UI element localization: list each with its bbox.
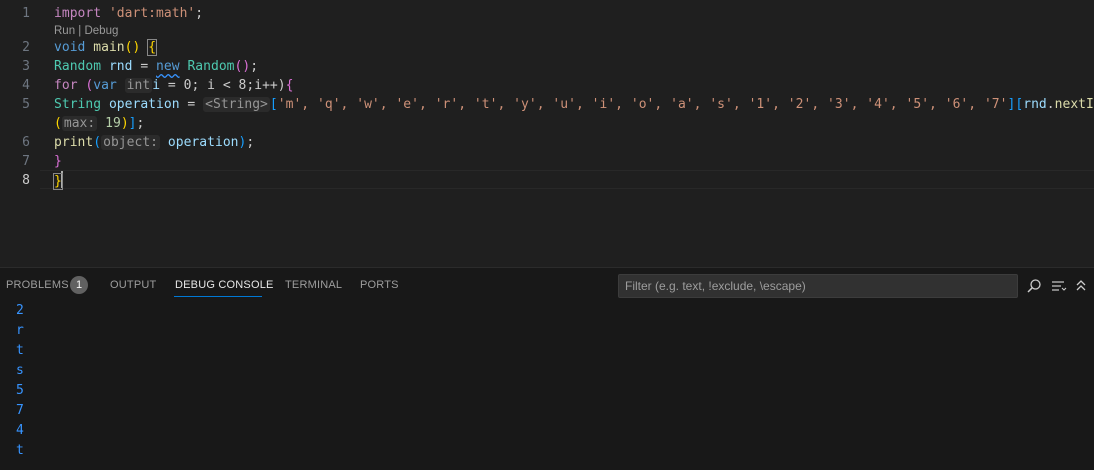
code-line-5[interactable]: String operation = <String> ['m', 'q', 'w… — [54, 95, 1094, 114]
new-keyword[interactable]: new — [156, 59, 180, 74]
collapse-icon[interactable] — [1071, 276, 1091, 296]
line-number: 7 — [22, 154, 30, 169]
loop-variable: i — [152, 78, 161, 93]
word-wrap-icon[interactable] — [1049, 276, 1069, 296]
open-bracket: [ — [269, 97, 278, 112]
list-items: 'm', 'q', 'w', 'e', 'r', 't', 'y', 'u', … — [277, 97, 1008, 112]
line-number: 2 — [22, 40, 30, 55]
tab-debug-console[interactable]: DEBUG CONSOLE — [175, 279, 274, 291]
number-literal: 19 — [105, 116, 121, 131]
code-line-3[interactable]: Random rnd = new Random(); — [54, 57, 258, 76]
code-line-4[interactable]: for (var int i = 0; i < 8;i++){ — [54, 76, 293, 95]
paren: ( — [77, 78, 94, 93]
argument: operation — [167, 135, 239, 150]
type-inlay-hint: int — [124, 78, 153, 93]
filter-input[interactable]: Filter (e.g. text, !exclude, \escape) — [618, 274, 1018, 298]
rnd-variable: rnd — [1023, 97, 1047, 112]
console-output-line: 2 — [16, 303, 24, 318]
line-number: 1 — [22, 6, 30, 21]
constructor-name: Random — [187, 59, 235, 74]
variable-name: operation — [108, 97, 180, 112]
type-inlay-hint: <String> — [203, 97, 270, 112]
loop-condition: = 0; i < 8;i++) — [160, 78, 286, 93]
run-debug-codelens[interactable]: Run | Debug — [54, 23, 118, 39]
param-inlay-hint: max: — [61, 116, 98, 131]
semicolon: ; — [250, 59, 259, 74]
line-number: 5 — [22, 97, 30, 112]
print-function: print — [54, 135, 94, 150]
equals: = — [179, 97, 204, 112]
paren: ) — [120, 116, 129, 131]
equals: = — [132, 59, 157, 74]
code-line-5-wrap[interactable]: (max: 19)]; — [54, 114, 144, 133]
tab-problems[interactable]: PROBLEMS — [6, 279, 69, 291]
type-name: Random — [54, 59, 102, 74]
close-bracket: ] — [128, 116, 137, 131]
paren: ( — [93, 135, 102, 150]
code-line-8[interactable]: } — [53, 171, 63, 191]
bottom-panel: PROBLEMS 1 OUTPUT DEBUG CONSOLE TERMINAL… — [0, 267, 1094, 470]
console-output-line: 5 — [16, 383, 24, 398]
console-output-line: r — [16, 323, 24, 338]
import-string: 'dart:math' — [108, 6, 196, 21]
tab-ports[interactable]: PORTS — [360, 279, 399, 291]
type-name: String — [54, 97, 102, 112]
close-brace: } — [54, 154, 62, 169]
current-line-highlight — [40, 170, 1094, 189]
active-tab-indicator — [174, 296, 262, 297]
open-brace: { — [285, 78, 294, 93]
tab-output[interactable]: OUTPUT — [110, 279, 156, 291]
line-number: 8 — [22, 173, 30, 188]
import-keyword: import — [54, 6, 102, 21]
semicolon: ; — [246, 135, 255, 150]
open-brace: { — [147, 39, 158, 56]
method-name: nextInt — [1054, 97, 1094, 112]
console-output-line: t — [16, 343, 24, 358]
dot: . — [1046, 97, 1055, 112]
tab-terminal[interactable]: TERMINAL — [285, 279, 342, 291]
code-line-1[interactable]: import 'dart:math'; — [54, 4, 203, 23]
param-inlay-hint: object: — [101, 135, 161, 150]
code-line-6[interactable]: print(object: operation); — [54, 133, 254, 152]
code-line-2[interactable]: void main() { — [54, 38, 158, 57]
void-keyword: void — [54, 40, 86, 55]
for-keyword: for — [54, 78, 78, 93]
main-function: main — [93, 40, 125, 55]
problems-count-badge: 1 — [70, 276, 88, 294]
line-number: 6 — [22, 135, 30, 150]
text-cursor — [60, 171, 63, 188]
code-line-7[interactable]: } — [54, 152, 62, 171]
search-icon[interactable] — [1024, 276, 1044, 296]
var-keyword: var — [93, 78, 117, 93]
panel-tabs: PROBLEMS 1 OUTPUT DEBUG CONSOLE TERMINAL… — [0, 268, 600, 302]
line-number: 3 — [22, 59, 30, 74]
console-output-line: 7 — [16, 403, 24, 418]
paren: ( — [54, 116, 62, 131]
variable-name: rnd — [108, 59, 133, 74]
console-output-line: 4 — [16, 423, 24, 438]
paren: () — [124, 40, 141, 55]
semicolon: ; — [136, 116, 145, 131]
console-output-line: s — [16, 363, 24, 378]
line-number: 4 — [22, 78, 30, 93]
console-output-line: t — [16, 443, 24, 458]
paren: () — [234, 59, 251, 74]
code-editor[interactable]: 1 2 3 4 5 6 7 8 import 'dart:math'; Run … — [0, 0, 1094, 267]
semicolon: ; — [195, 6, 204, 21]
